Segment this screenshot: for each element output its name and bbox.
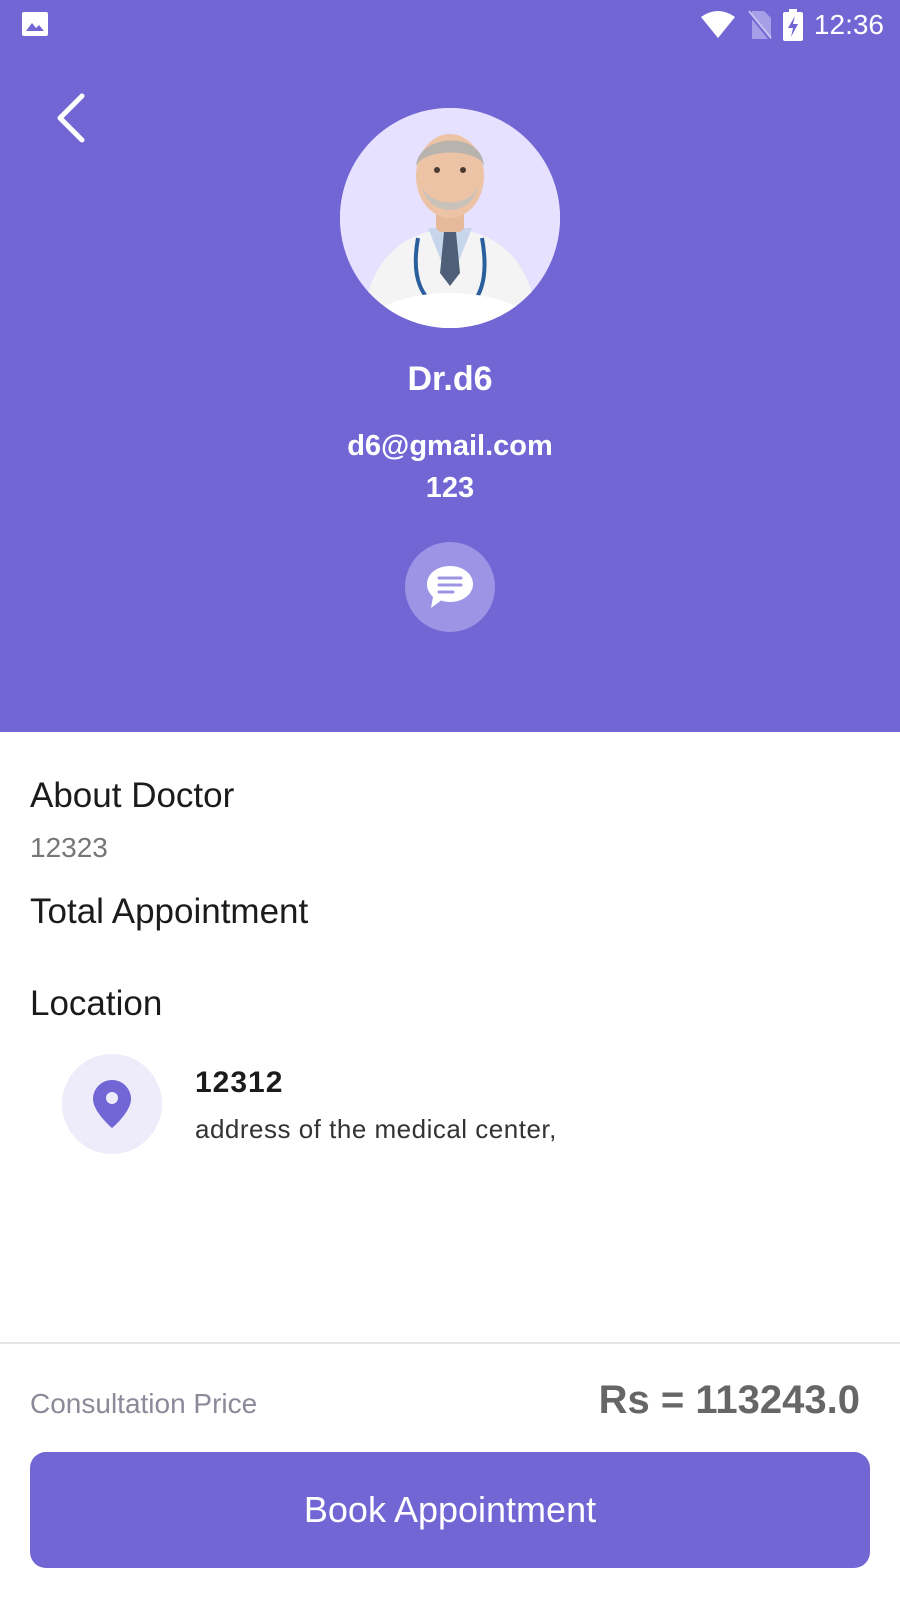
chat-button[interactable] bbox=[405, 542, 495, 632]
total-appointment-title: Total Appointment bbox=[30, 892, 309, 931]
location-icon-container bbox=[62, 1054, 162, 1154]
location-title: Location bbox=[30, 984, 163, 1023]
footer-divider bbox=[0, 1342, 900, 1344]
about-doctor-text: 12323 bbox=[30, 832, 108, 863]
location-name: 12312 bbox=[195, 1066, 284, 1099]
back-button[interactable] bbox=[44, 86, 100, 150]
battery-charging-icon bbox=[782, 9, 803, 41]
map-pin-icon bbox=[93, 1080, 131, 1128]
book-appointment-button[interactable]: Book Appointment bbox=[30, 1452, 870, 1568]
status-icons: 12:36 bbox=[700, 8, 884, 42]
about-doctor-title: About Doctor bbox=[30, 776, 235, 815]
doctor-email: d6@gmail.com bbox=[347, 430, 553, 462]
doctor-phone: 123 bbox=[425, 472, 475, 504]
status-time: 12:36 bbox=[813, 9, 884, 40]
doctor-avatar bbox=[340, 108, 560, 328]
chat-bubble-icon bbox=[427, 566, 473, 608]
consultation-price-label: Consultation Price bbox=[30, 1388, 258, 1419]
wifi-icon bbox=[700, 11, 735, 38]
chevron-left-icon bbox=[57, 93, 85, 143]
doctor-name: Dr.d6 bbox=[407, 360, 493, 398]
no-sim-icon bbox=[746, 10, 772, 40]
consultation-price-value: Rs = 113243.0 bbox=[598, 1378, 860, 1422]
doctor-photo bbox=[340, 108, 560, 328]
gallery-icon bbox=[22, 12, 48, 36]
location-address: address of the medical center, bbox=[195, 1114, 557, 1144]
status-bar: 12:36 bbox=[0, 0, 900, 50]
